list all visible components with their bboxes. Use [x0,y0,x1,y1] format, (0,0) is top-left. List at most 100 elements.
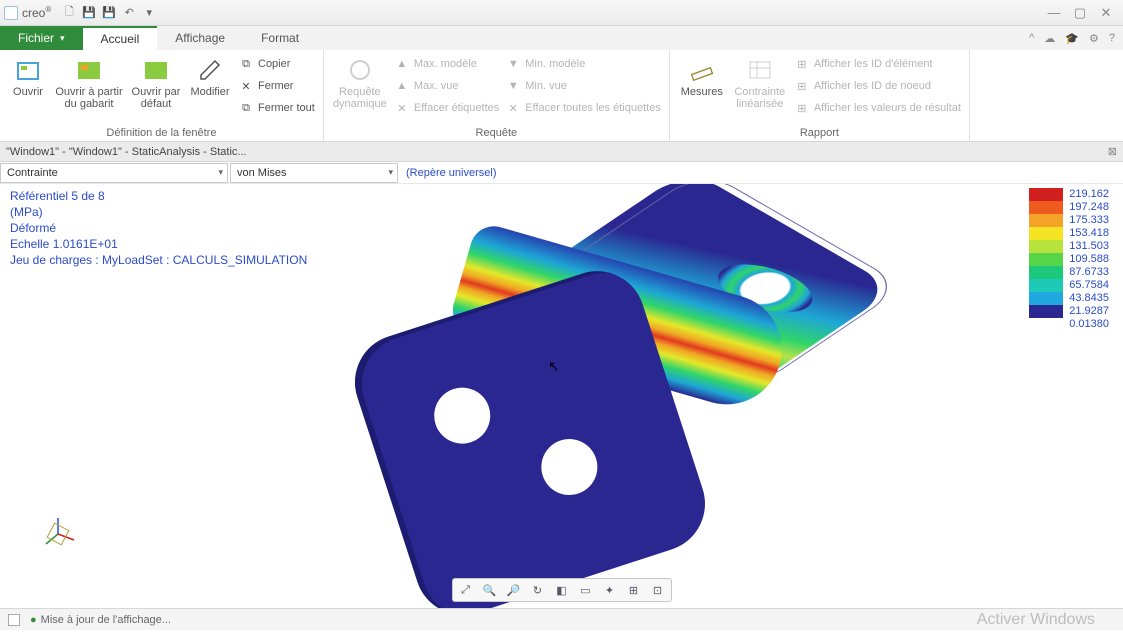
min-model-button: ▼Min. modèle [505,54,661,74]
ribbon: Ouvrir Ouvrir à partir du gabarit Ouvrir… [0,50,1123,142]
copy-button[interactable]: ⧉Copier [238,54,315,74]
legend-labels: 219.162197.248175.333153.418131.503109.5… [1069,188,1109,331]
close-window-button[interactable]: ✕Fermer [238,76,315,96]
open-button[interactable]: Ouvrir [8,54,48,98]
modify-label: Modifier [190,86,229,98]
linear-constraint-icon [746,56,774,84]
copy-icon: ⧉ [238,56,254,72]
frame-label: (Repère universel) [406,167,496,179]
clear-tags-icon: ✕ [394,100,410,116]
status-bullet-icon: ● [30,614,37,626]
open-default-button[interactable]: Ouvrir par défaut [130,54,182,110]
result-vals-icon: ⊞ [794,100,810,116]
linear-constraint-button: Contrainte linéarisée [732,54,788,110]
orientation-triad [38,514,78,554]
clear-all-tags-button: ✕Effacer toutes les étiquettes [505,98,661,118]
max-view-icon: ▲ [394,78,410,94]
ribbon-group-query: Requête dynamique ▲Max. modèle ▲Max. vue… [324,50,670,141]
measures-label: Mesures [681,86,723,98]
document-bar: "Window1" - "Window1" - StaticAnalysis -… [0,142,1123,162]
cursor-icon: ↖ [548,358,560,375]
open-icon [14,56,42,84]
open-template-label: Ouvrir à partir du gabarit [55,86,122,110]
show-node-ids-button: ⊞Afficher les ID de noeud [794,76,961,96]
show-result-vals-button: ⊞Afficher les valeurs de résultat [794,98,961,118]
selector-row: Contrainte von Mises (Repère universel) [0,162,1123,184]
elem-id-icon: ⊞ [794,56,810,72]
ribbon-minimize-icon[interactable]: ^ [1029,32,1034,44]
qat-undo-icon[interactable]: ↶ [120,4,138,22]
viewport[interactable]: Référentiel 5 de 8 (MPa) Déformé Echelle… [0,184,1123,608]
node-id-icon: ⊞ [794,78,810,94]
dynamic-query-icon [346,56,374,84]
group-window-label: Définition de la fenêtre [8,125,315,139]
annotations-icon[interactable]: ⊡ [649,581,667,599]
windows-watermark: Activer Windows [977,614,1115,626]
info-ref: Référentiel 5 de 8 [10,188,307,204]
tab-format[interactable]: Format [243,26,317,50]
max-view-button: ▲Max. vue [394,76,499,96]
saved-views-icon[interactable]: ▭ [577,581,595,599]
tab-file[interactable]: Fichier▾ [0,26,83,50]
ruler-icon [688,56,716,84]
max-model-icon: ▲ [394,56,410,72]
info-loadset: Jeu de charges : MyLoadSet : CALCULS_SIM… [10,252,307,268]
repaint-icon[interactable]: ↻ [529,581,547,599]
perspective-icon[interactable]: ✦ [601,581,619,599]
app-icon [4,6,18,20]
display-style-icon[interactable]: ◧ [553,581,571,599]
minimize-button[interactable]: — [1041,2,1067,24]
maximize-button[interactable]: ▢ [1067,2,1093,24]
close-all-button[interactable]: ⧉Fermer tout [238,98,315,118]
linear-constraint-label: Contrainte linéarisée [734,86,785,110]
group-query-label: Requête [332,125,661,139]
max-model-button: ▲Max. modèle [394,54,499,74]
clear-tags-button: ✕Effacer étiquettes [394,98,499,118]
result-info: Référentiel 5 de 8 (MPa) Déformé Echelle… [10,188,307,268]
pencil-icon [196,56,224,84]
info-unit: (MPa) [10,204,307,220]
refit-icon[interactable]: ⤢ [457,581,475,599]
dynamic-query-label: Requête dynamique [333,86,387,110]
close-icon: ✕ [238,78,254,94]
color-legend: 219.162197.248175.333153.418131.503109.5… [1029,188,1109,331]
component-combo[interactable]: von Mises [230,163,398,183]
open-default-icon [142,56,170,84]
qat-new-icon[interactable]: 🗋 [60,4,78,22]
min-view-button: ▼Min. vue [505,76,661,96]
model-view: ↖ [360,208,760,588]
qat-saveas-icon[interactable]: 💾 [100,4,118,22]
status-bar: ● Mise à jour de l'affichage... Activer … [0,608,1123,630]
legend-bar [1029,188,1063,318]
show-elem-ids-button: ⊞Afficher les ID d'élément [794,54,961,74]
status-checkbox[interactable] [8,614,20,626]
help-icon[interactable]: ? [1109,32,1115,44]
quantity-combo[interactable]: Contrainte [0,163,228,183]
status-message: Mise à jour de l'affichage... [41,614,171,626]
settings-icon[interactable]: ⚙ [1089,32,1099,45]
measures-button[interactable]: Mesures [678,54,726,98]
tab-display[interactable]: Affichage [157,26,243,50]
clear-all-tags-icon: ✕ [505,100,521,116]
tab-home[interactable]: Accueil [83,26,158,50]
document-close-icon[interactable]: ⊠ [1108,145,1117,158]
qat-save-icon[interactable]: 💾 [80,4,98,22]
qat-dropdown-icon[interactable]: ▾ [140,4,158,22]
open-default-label: Ouvrir par défaut [132,86,181,110]
ribbon-group-report: Mesures Contrainte linéarisée ⊞Afficher … [670,50,970,141]
ribbon-tabs: Fichier▾ Accueil Affichage Format ^ ☁ 🎓 … [0,26,1123,50]
open-template-icon [75,56,103,84]
info-deformed: Déformé [10,220,307,236]
zoom-out-icon[interactable]: 🔎 [505,581,523,599]
cloud-icon[interactable]: ☁ [1044,32,1055,45]
ribbon-group-window: Ouvrir Ouvrir à partir du gabarit Ouvrir… [0,50,324,141]
datum-icon[interactable]: ⊞ [625,581,643,599]
dynamic-query-button: Requête dynamique [332,54,388,110]
open-template-button[interactable]: Ouvrir à partir du gabarit [54,54,124,110]
zoom-in-icon[interactable]: 🔍 [481,581,499,599]
info-scale: Echelle 1.0161E+01 [10,236,307,252]
modify-button[interactable]: Modifier [188,54,232,98]
close-button[interactable]: ✕ [1093,2,1119,24]
learn-icon[interactable]: 🎓 [1065,32,1079,45]
title-bar: creo® 🗋 💾 💾 ↶ ▾ — ▢ ✕ [0,0,1123,26]
